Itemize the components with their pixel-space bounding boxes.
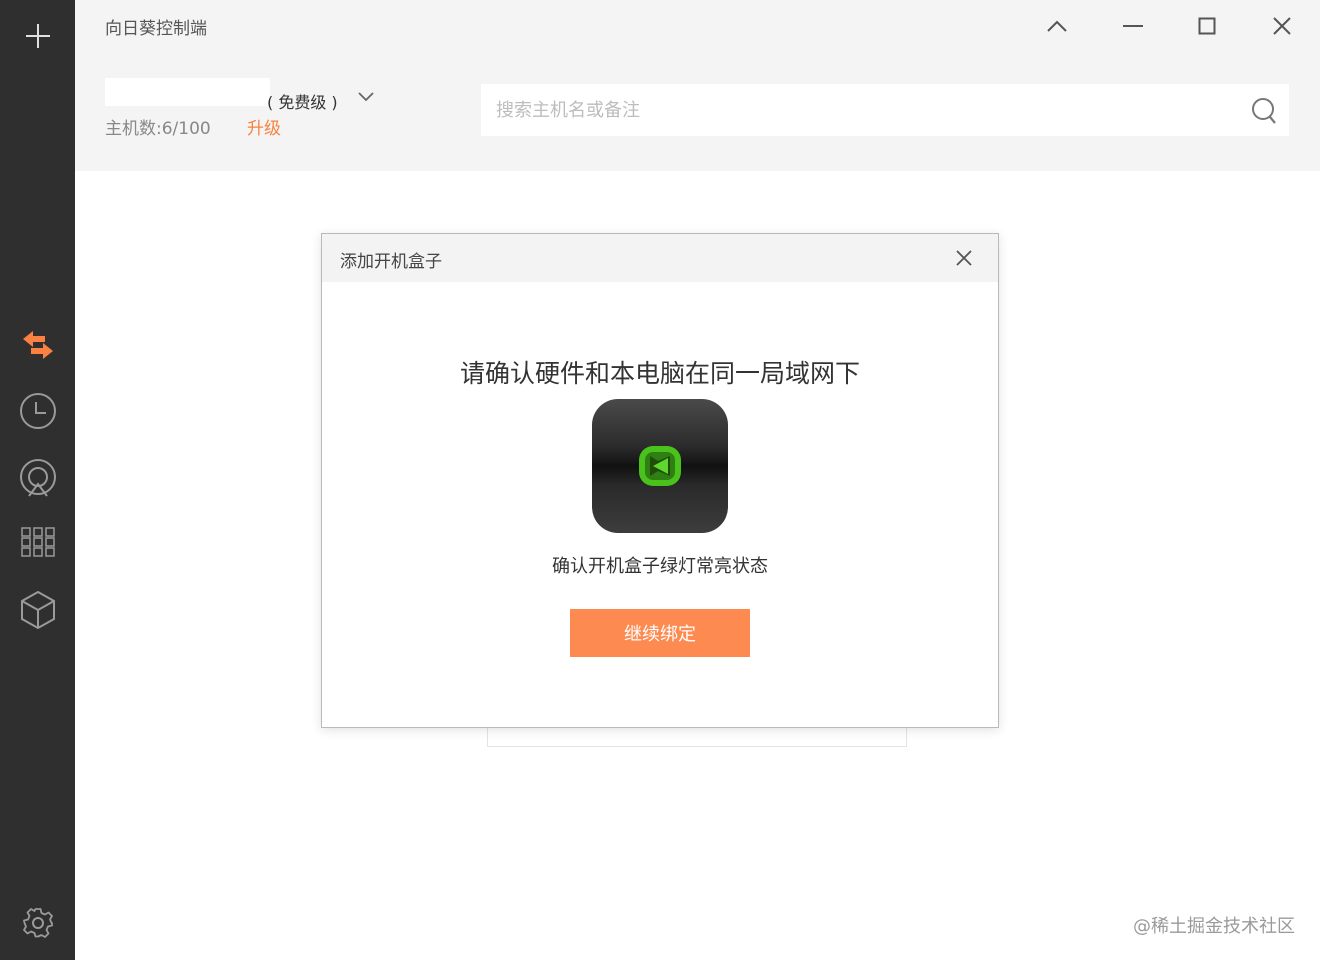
account-dropdown[interactable] bbox=[357, 88, 375, 107]
apps-grid-icon[interactable] bbox=[0, 524, 75, 560]
maximize-button[interactable] bbox=[1187, 10, 1227, 42]
settings-icon[interactable] bbox=[0, 904, 75, 942]
upgrade-link[interactable]: 升级 bbox=[247, 114, 281, 139]
app-title: 向日葵控制端 bbox=[105, 19, 207, 39]
maximize-icon bbox=[1198, 17, 1216, 35]
history-icon[interactable] bbox=[0, 390, 75, 432]
continue-bind-button[interactable]: 继续绑定 bbox=[570, 609, 750, 657]
dialog-header: 添加开机盒子 bbox=[322, 234, 998, 282]
minimize-icon bbox=[1123, 25, 1143, 27]
account-id-redacted bbox=[105, 78, 270, 106]
close-icon bbox=[956, 250, 972, 266]
dialog-title: 添加开机盒子 bbox=[340, 252, 442, 272]
search-input[interactable] bbox=[481, 84, 1241, 136]
close-window-button[interactable] bbox=[1262, 10, 1302, 42]
host-count: 主机数:6/100 bbox=[105, 119, 211, 139]
dialog-description: 确认开机盒子绿灯常亮状态 bbox=[552, 556, 768, 577]
chevron-up-icon bbox=[1047, 20, 1067, 32]
dialog-close-button[interactable] bbox=[952, 246, 976, 270]
green-light-icon bbox=[639, 446, 681, 486]
chevron-down-icon bbox=[358, 92, 374, 102]
app-window: 向日葵控制端 ( 免费级 ) 主机数:6/100 升级 搜索主机名或备注 添加开… bbox=[0, 0, 1320, 960]
watermark: @稀土掘金技术社区 bbox=[1133, 916, 1295, 937]
add-boot-box-dialog: 添加开机盒子 请确认硬件和本电脑在同一局域网下 确认开机盒子绿灯常亮状态 继续绑… bbox=[321, 233, 999, 728]
search-icon[interactable] bbox=[1251, 97, 1277, 129]
collapse-button[interactable] bbox=[1037, 10, 1077, 42]
sidebar bbox=[0, 0, 75, 960]
account-tier: ( 免费级 ) bbox=[267, 93, 338, 112]
minimize-button[interactable] bbox=[1113, 10, 1153, 42]
remote-control-icon[interactable] bbox=[0, 322, 75, 368]
box-icon[interactable] bbox=[0, 588, 75, 632]
close-icon bbox=[1273, 17, 1291, 35]
discover-icon[interactable] bbox=[0, 456, 75, 500]
dialog-heading: 请确认硬件和本电脑在同一局域网下 bbox=[459, 359, 860, 388]
search-box bbox=[481, 84, 1289, 136]
boot-box-device-image bbox=[592, 399, 728, 533]
plus-icon[interactable] bbox=[0, 14, 75, 58]
top-bar: 向日葵控制端 ( 免费级 ) 主机数:6/100 升级 bbox=[75, 0, 1320, 171]
